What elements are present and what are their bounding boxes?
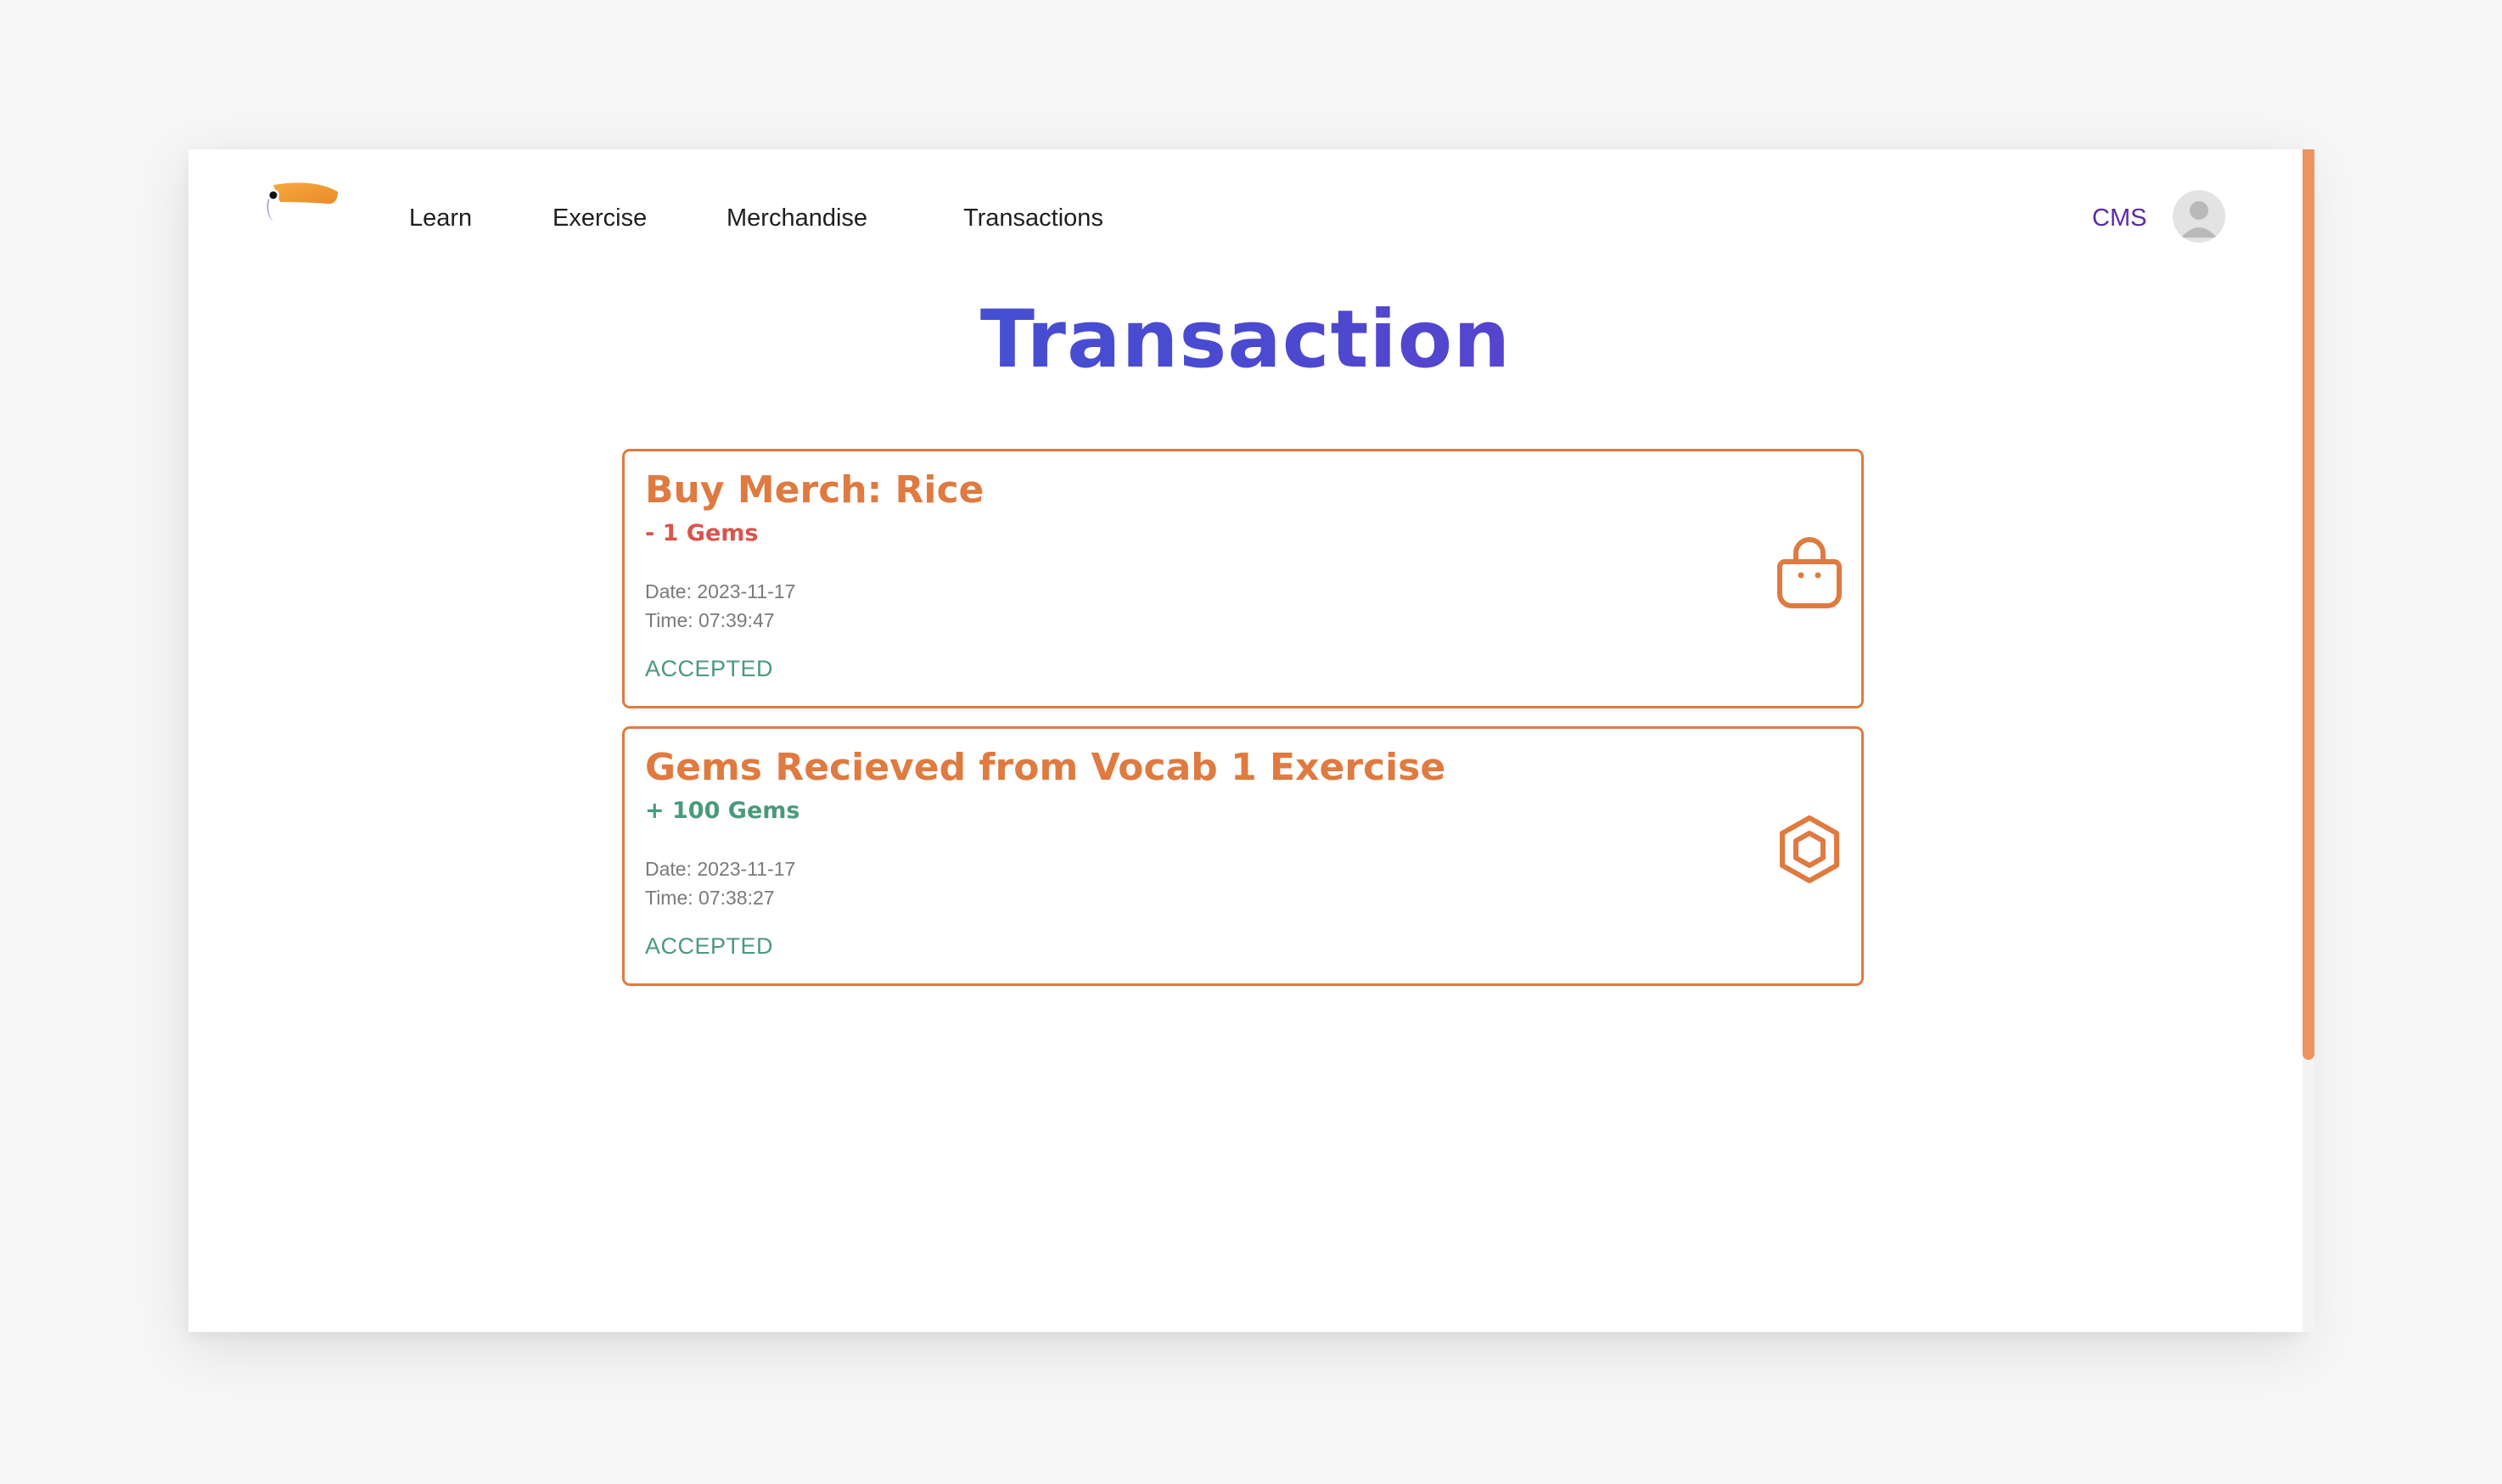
status-badge: ACCEPTED <box>645 656 774 681</box>
avatar[interactable] <box>2173 190 2225 243</box>
transaction-time: Time: 07:39:47 <box>645 609 775 631</box>
transaction-card: Buy Merch: Rice - 1 Gems Date: 2023-11-1… <box>622 449 1864 708</box>
transaction-title: Buy Merch: Rice <box>645 468 985 512</box>
gem-hexagon-icon <box>1773 812 1846 888</box>
app-window: Learn Exercise Merchandise Transactions … <box>188 149 2303 1332</box>
transaction-date: Date: 2023-11-17 <box>645 580 796 602</box>
transaction-date: Date: 2023-11-17 <box>645 858 796 880</box>
toucan-logo-icon[interactable] <box>255 180 339 248</box>
transaction-card: Gems Recieved from Vocab 1 Exercise + 10… <box>622 726 1864 986</box>
status-badge: ACCEPTED <box>645 933 774 959</box>
transaction-title: Gems Recieved from Vocab 1 Exercise <box>645 746 1446 789</box>
page-title: Transaction <box>188 294 2303 387</box>
user-avatar-icon <box>2181 201 2217 238</box>
transaction-amount: + 100 Gems <box>645 798 800 824</box>
nav-merchandise[interactable]: Merchandise <box>726 204 867 232</box>
transaction-amount: - 1 Gems <box>645 520 759 546</box>
shopping-bag-icon <box>1773 535 1846 611</box>
nav-learn[interactable]: Learn <box>409 204 472 232</box>
transaction-time: Time: 07:38:27 <box>645 887 775 909</box>
nav-exercise[interactable]: Exercise <box>553 204 647 232</box>
cms-link[interactable]: CMS <box>2092 204 2146 232</box>
nav-transactions[interactable]: Transactions <box>963 204 1103 232</box>
scrollbar-thumb[interactable] <box>2303 149 2314 1060</box>
